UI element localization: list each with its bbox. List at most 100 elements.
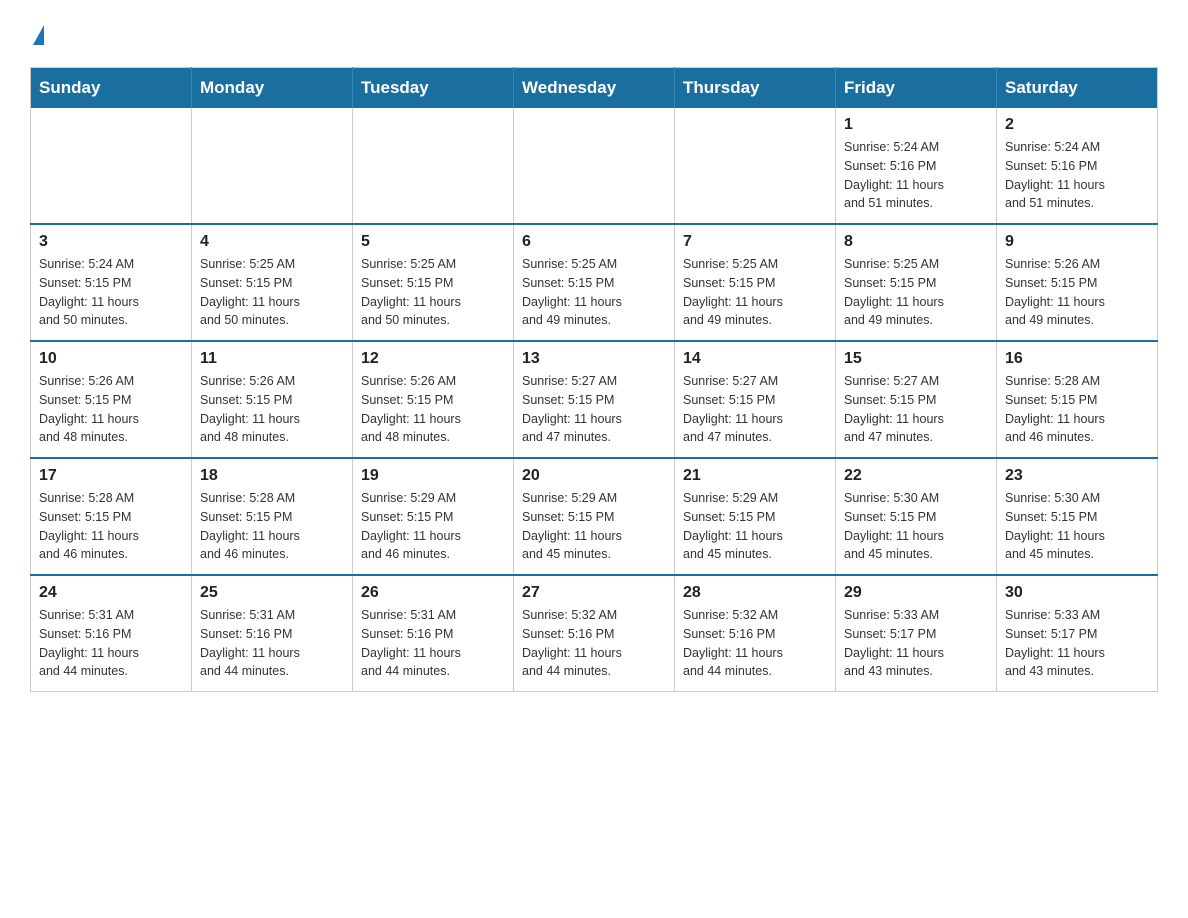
calendar-cell: 10 Sunrise: 5:26 AM Sunset: 5:15 PM Dayli… xyxy=(31,341,192,458)
day-info: Sunrise: 5:31 AM Sunset: 5:16 PM Dayligh… xyxy=(361,606,505,681)
calendar-cell: 29 Sunrise: 5:33 AM Sunset: 5:17 PM Dayli… xyxy=(836,575,997,692)
day-info: Sunrise: 5:25 AM Sunset: 5:15 PM Dayligh… xyxy=(522,255,666,330)
calendar-cell: 18 Sunrise: 5:28 AM Sunset: 5:15 PM Dayli… xyxy=(192,458,353,575)
day-info: Sunrise: 5:26 AM Sunset: 5:15 PM Dayligh… xyxy=(361,372,505,447)
day-number: 4 xyxy=(200,233,344,251)
day-info: Sunrise: 5:26 AM Sunset: 5:15 PM Dayligh… xyxy=(200,372,344,447)
weekday-header-sunday: Sunday xyxy=(31,68,192,109)
calendar-cell xyxy=(353,108,514,224)
calendar-cell: 8 Sunrise: 5:25 AM Sunset: 5:15 PM Daylig… xyxy=(836,224,997,341)
day-number: 3 xyxy=(39,233,183,251)
calendar-week-row: 24 Sunrise: 5:31 AM Sunset: 5:16 PM Dayli… xyxy=(31,575,1158,692)
day-number: 22 xyxy=(844,467,988,485)
day-info: Sunrise: 5:31 AM Sunset: 5:16 PM Dayligh… xyxy=(39,606,183,681)
calendar-cell: 17 Sunrise: 5:28 AM Sunset: 5:15 PM Dayli… xyxy=(31,458,192,575)
weekday-header-thursday: Thursday xyxy=(675,68,836,109)
day-number: 21 xyxy=(683,467,827,485)
day-info: Sunrise: 5:27 AM Sunset: 5:15 PM Dayligh… xyxy=(522,372,666,447)
calendar-cell xyxy=(31,108,192,224)
day-number: 18 xyxy=(200,467,344,485)
day-number: 9 xyxy=(1005,233,1149,251)
day-number: 12 xyxy=(361,350,505,368)
weekday-header-monday: Monday xyxy=(192,68,353,109)
day-info: Sunrise: 5:25 AM Sunset: 5:15 PM Dayligh… xyxy=(361,255,505,330)
day-number: 13 xyxy=(522,350,666,368)
day-info: Sunrise: 5:29 AM Sunset: 5:15 PM Dayligh… xyxy=(361,489,505,564)
day-number: 14 xyxy=(683,350,827,368)
weekday-header-friday: Friday xyxy=(836,68,997,109)
day-number: 6 xyxy=(522,233,666,251)
calendar-cell xyxy=(192,108,353,224)
calendar-cell: 9 Sunrise: 5:26 AM Sunset: 5:15 PM Daylig… xyxy=(997,224,1158,341)
day-info: Sunrise: 5:24 AM Sunset: 5:16 PM Dayligh… xyxy=(1005,138,1149,213)
day-number: 28 xyxy=(683,584,827,602)
calendar-cell: 27 Sunrise: 5:32 AM Sunset: 5:16 PM Dayli… xyxy=(514,575,675,692)
calendar-cell: 21 Sunrise: 5:29 AM Sunset: 5:15 PM Dayli… xyxy=(675,458,836,575)
day-number: 27 xyxy=(522,584,666,602)
calendar-cell: 30Sunrise: 5:33 AM Sunset: 5:17 PM Dayli… xyxy=(997,575,1158,692)
calendar-cell: 16 Sunrise: 5:28 AM Sunset: 5:15 PM Dayli… xyxy=(997,341,1158,458)
calendar-week-row: 1 Sunrise: 5:24 AM Sunset: 5:16 PM Daylig… xyxy=(31,108,1158,224)
day-number: 1 xyxy=(844,116,988,134)
calendar-cell: 1Sunrise: 5:24 AM Sunset: 5:16 PM Daylig… xyxy=(836,108,997,224)
logo-triangle-icon xyxy=(33,25,44,45)
day-info: Sunrise: 5:27 AM Sunset: 5:15 PM Dayligh… xyxy=(844,372,988,447)
day-info: Sunrise: 5:32 AM Sunset: 5:16 PM Dayligh… xyxy=(683,606,827,681)
calendar-cell: 28 Sunrise: 5:32 AM Sunset: 5:16 PM Dayli… xyxy=(675,575,836,692)
day-number: 16 xyxy=(1005,350,1149,368)
weekday-header-tuesday: Tuesday xyxy=(353,68,514,109)
day-info: Sunrise: 5:28 AM Sunset: 5:15 PM Dayligh… xyxy=(39,489,183,564)
weekday-header-wednesday: Wednesday xyxy=(514,68,675,109)
calendar-cell: 4 Sunrise: 5:25 AM Sunset: 5:15 PM Daylig… xyxy=(192,224,353,341)
day-number: 25 xyxy=(200,584,344,602)
day-number: 15 xyxy=(844,350,988,368)
calendar-cell: 13 Sunrise: 5:27 AM Sunset: 5:15 PM Dayli… xyxy=(514,341,675,458)
calendar-cell: 25Sunrise: 5:31 AM Sunset: 5:16 PM Dayli… xyxy=(192,575,353,692)
logo xyxy=(30,20,44,47)
day-info: Sunrise: 5:26 AM Sunset: 5:15 PM Dayligh… xyxy=(1005,255,1149,330)
day-number: 7 xyxy=(683,233,827,251)
calendar-cell: 11Sunrise: 5:26 AM Sunset: 5:15 PM Dayli… xyxy=(192,341,353,458)
day-number: 17 xyxy=(39,467,183,485)
day-number: 29 xyxy=(844,584,988,602)
calendar-table: SundayMondayTuesdayWednesdayThursdayFrid… xyxy=(30,67,1158,692)
calendar-week-row: 10 Sunrise: 5:26 AM Sunset: 5:15 PM Dayli… xyxy=(31,341,1158,458)
day-info: Sunrise: 5:29 AM Sunset: 5:15 PM Dayligh… xyxy=(522,489,666,564)
day-info: Sunrise: 5:29 AM Sunset: 5:15 PM Dayligh… xyxy=(683,489,827,564)
day-number: 24 xyxy=(39,584,183,602)
day-number: 2 xyxy=(1005,116,1149,134)
calendar-week-row: 17 Sunrise: 5:28 AM Sunset: 5:15 PM Dayli… xyxy=(31,458,1158,575)
calendar-week-row: 3 Sunrise: 5:24 AM Sunset: 5:15 PM Daylig… xyxy=(31,224,1158,341)
calendar-cell: 5 Sunrise: 5:25 AM Sunset: 5:15 PM Daylig… xyxy=(353,224,514,341)
day-info: Sunrise: 5:33 AM Sunset: 5:17 PM Dayligh… xyxy=(844,606,988,681)
day-info: Sunrise: 5:27 AM Sunset: 5:15 PM Dayligh… xyxy=(683,372,827,447)
calendar-cell: 7Sunrise: 5:25 AM Sunset: 5:15 PM Daylig… xyxy=(675,224,836,341)
calendar-cell: 23Sunrise: 5:30 AM Sunset: 5:15 PM Dayli… xyxy=(997,458,1158,575)
day-number: 8 xyxy=(844,233,988,251)
day-info: Sunrise: 5:30 AM Sunset: 5:15 PM Dayligh… xyxy=(1005,489,1149,564)
calendar-cell xyxy=(514,108,675,224)
day-number: 19 xyxy=(361,467,505,485)
day-number: 20 xyxy=(522,467,666,485)
day-info: Sunrise: 5:25 AM Sunset: 5:15 PM Dayligh… xyxy=(844,255,988,330)
day-info: Sunrise: 5:33 AM Sunset: 5:17 PM Dayligh… xyxy=(1005,606,1149,681)
calendar-cell: 6 Sunrise: 5:25 AM Sunset: 5:15 PM Daylig… xyxy=(514,224,675,341)
calendar-cell: 12 Sunrise: 5:26 AM Sunset: 5:15 PM Dayli… xyxy=(353,341,514,458)
day-info: Sunrise: 5:28 AM Sunset: 5:15 PM Dayligh… xyxy=(200,489,344,564)
calendar-cell: 19 Sunrise: 5:29 AM Sunset: 5:15 PM Dayli… xyxy=(353,458,514,575)
day-number: 26 xyxy=(361,584,505,602)
calendar-cell: 26 Sunrise: 5:31 AM Sunset: 5:16 PM Dayli… xyxy=(353,575,514,692)
calendar-cell xyxy=(675,108,836,224)
calendar-cell: 3 Sunrise: 5:24 AM Sunset: 5:15 PM Daylig… xyxy=(31,224,192,341)
day-number: 10 xyxy=(39,350,183,368)
day-info: Sunrise: 5:32 AM Sunset: 5:16 PM Dayligh… xyxy=(522,606,666,681)
day-info: Sunrise: 5:30 AM Sunset: 5:15 PM Dayligh… xyxy=(844,489,988,564)
weekday-header-saturday: Saturday xyxy=(997,68,1158,109)
day-info: Sunrise: 5:24 AM Sunset: 5:15 PM Dayligh… xyxy=(39,255,183,330)
day-info: Sunrise: 5:25 AM Sunset: 5:15 PM Dayligh… xyxy=(200,255,344,330)
day-info: Sunrise: 5:28 AM Sunset: 5:15 PM Dayligh… xyxy=(1005,372,1149,447)
calendar-cell: 2 Sunrise: 5:24 AM Sunset: 5:16 PM Daylig… xyxy=(997,108,1158,224)
header xyxy=(30,20,1158,47)
day-number: 5 xyxy=(361,233,505,251)
day-info: Sunrise: 5:26 AM Sunset: 5:15 PM Dayligh… xyxy=(39,372,183,447)
